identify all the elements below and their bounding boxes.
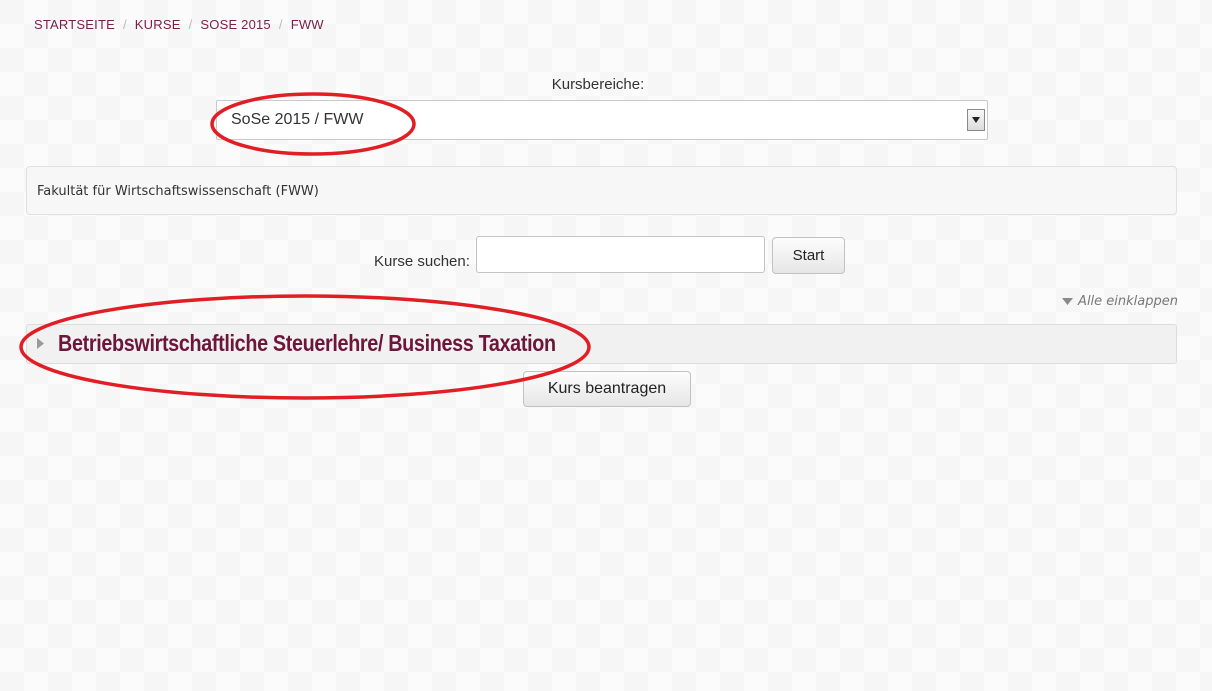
breadcrumb: STARTSEITE / KURSE / SOSE 2015 / FWW — [34, 17, 324, 32]
breadcrumb-link-courses[interactable]: KURSE — [135, 17, 181, 32]
breadcrumb-link-semester[interactable]: SOSE 2015 — [200, 17, 270, 32]
category-selector-label: Kursbereiche: — [551, 76, 645, 93]
select-dropdown-button[interactable] — [967, 109, 985, 131]
search-start-button[interactable]: Start — [772, 237, 845, 274]
category-description: Fakultät für Wirtschaftswissenschaft (FW… — [37, 184, 319, 199]
triangle-down-icon — [1062, 298, 1074, 305]
breadcrumb-separator: / — [278, 17, 283, 32]
course-category-title[interactable]: Betriebswirtschaftliche Steuerlehre/ Bus… — [58, 330, 556, 357]
breadcrumb-link-faculty[interactable]: FWW — [291, 17, 324, 32]
collapse-all-label: Alle einklappen — [1078, 294, 1178, 309]
search-label: Kurse suchen: — [374, 253, 470, 270]
breadcrumb-link-home[interactable]: STARTSEITE — [34, 17, 115, 32]
category-select-value: SoSe 2015 / FWW — [231, 111, 364, 128]
category-description-box: Fakultät für Wirtschaftswissenschaft (FW… — [26, 166, 1177, 215]
collapse-all-link[interactable]: Alle einklappen — [1062, 294, 1178, 309]
course-search-input[interactable] — [476, 236, 765, 273]
breadcrumb-separator: / — [188, 17, 193, 32]
request-course-button[interactable]: Kurs beantragen — [523, 371, 691, 407]
breadcrumb-separator: / — [122, 17, 127, 32]
triangle-down-icon — [972, 117, 980, 123]
triangle-right-icon — [37, 338, 44, 349]
category-select[interactable]: SoSe 2015 / FWW — [216, 100, 988, 140]
course-category-row[interactable]: Betriebswirtschaftliche Steuerlehre/ Bus… — [26, 324, 1177, 364]
